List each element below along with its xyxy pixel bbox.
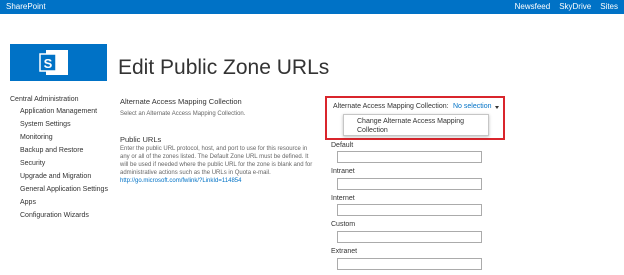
amc-selector-label: Alternate Access Mapping Collection:: [333, 103, 449, 110]
zone-label-intranet: Intranet: [331, 168, 355, 175]
public-urls-help-link[interactable]: http://go.microsoft.com/fwlink/?LinkId=1…: [120, 178, 241, 184]
ql-item-monitoring[interactable]: Monitoring: [20, 133, 115, 142]
amc-selector-dropdown[interactable]: No selection: [453, 103, 492, 110]
menu-item-change-amc[interactable]: Change Alternate Access Mapping Collecti…: [357, 117, 488, 135]
amc-dropdown-menu: Change Alternate Access Mapping Collecti…: [343, 114, 489, 136]
zone-input-extranet[interactable]: [337, 258, 482, 270]
ql-item-general-application-settings[interactable]: General Application Settings: [20, 185, 115, 194]
zone-input-custom[interactable]: [337, 231, 482, 243]
suite-bar-brand[interactable]: SharePoint: [6, 2, 46, 11]
suite-bar: SharePoint Newsfeed SkyDrive Sites: [0, 0, 624, 14]
ql-item-application-management[interactable]: Application Management: [20, 107, 115, 116]
public-urls-title: Public URLs: [120, 135, 162, 144]
zone-label-default: Default: [331, 142, 354, 149]
amc-section-description: Select an Alternate Access Mapping Colle…: [120, 111, 246, 117]
caret-down-icon[interactable]: [495, 106, 499, 109]
zone-input-intranet[interactable]: [337, 178, 482, 190]
suite-bar-links: Newsfeed SkyDrive Sites: [515, 2, 618, 11]
ql-item-backup-and-restore[interactable]: Backup and Restore: [20, 146, 115, 155]
zone-label-internet: Internet: [331, 195, 355, 202]
ql-item-system-settings[interactable]: System Settings: [20, 120, 115, 129]
public-urls-text: Enter the public URL protocol, host, and…: [120, 146, 313, 176]
amc-section-title: Alternate Access Mapping Collection: [120, 97, 242, 106]
public-urls-description: Enter the public URL protocol, host, and…: [120, 145, 318, 185]
suite-link-sites[interactable]: Sites: [600, 2, 618, 11]
sharepoint-logo-icon: S: [39, 50, 68, 75]
amc-selector-highlight: Alternate Access Mapping Collection: No …: [325, 96, 505, 140]
ql-item-configuration-wizards[interactable]: Configuration Wizards: [20, 211, 115, 220]
ql-central-administration[interactable]: Central Administration: [10, 96, 115, 103]
page-title: Edit Public Zone URLs: [118, 56, 330, 79]
ql-item-apps[interactable]: Apps: [20, 198, 115, 207]
zone-label-extranet: Extranet: [331, 248, 358, 255]
quick-launch: Central Administration Application Manag…: [10, 96, 115, 224]
zone-input-internet[interactable]: [337, 204, 482, 216]
ql-item-upgrade-and-migration[interactable]: Upgrade and Migration: [20, 172, 115, 181]
suite-link-skydrive[interactable]: SkyDrive: [559, 2, 591, 11]
suite-link-newsfeed[interactable]: Newsfeed: [515, 2, 551, 11]
zone-input-default[interactable]: [337, 151, 482, 163]
sharepoint-logo[interactable]: S: [10, 44, 107, 81]
zone-label-custom: Custom: [331, 221, 356, 228]
logo-letter: S: [44, 56, 53, 71]
ql-item-security[interactable]: Security: [20, 159, 115, 168]
